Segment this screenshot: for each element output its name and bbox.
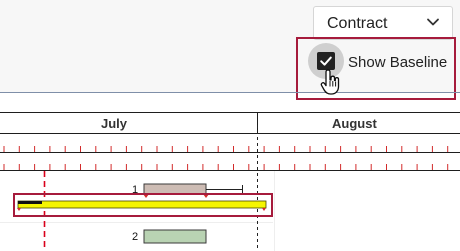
hand-cursor-icon	[320, 69, 340, 95]
baseline-bar-highlight	[13, 193, 273, 217]
month-label-july: July	[101, 116, 128, 131]
day-ticks	[3, 146, 449, 170]
task-row-number: 2	[132, 231, 139, 243]
month-label-august: August	[332, 116, 377, 131]
gantt-view: Contract Show Baseline July August 1 2	[0, 0, 460, 251]
task-2-bar	[143, 229, 207, 244]
